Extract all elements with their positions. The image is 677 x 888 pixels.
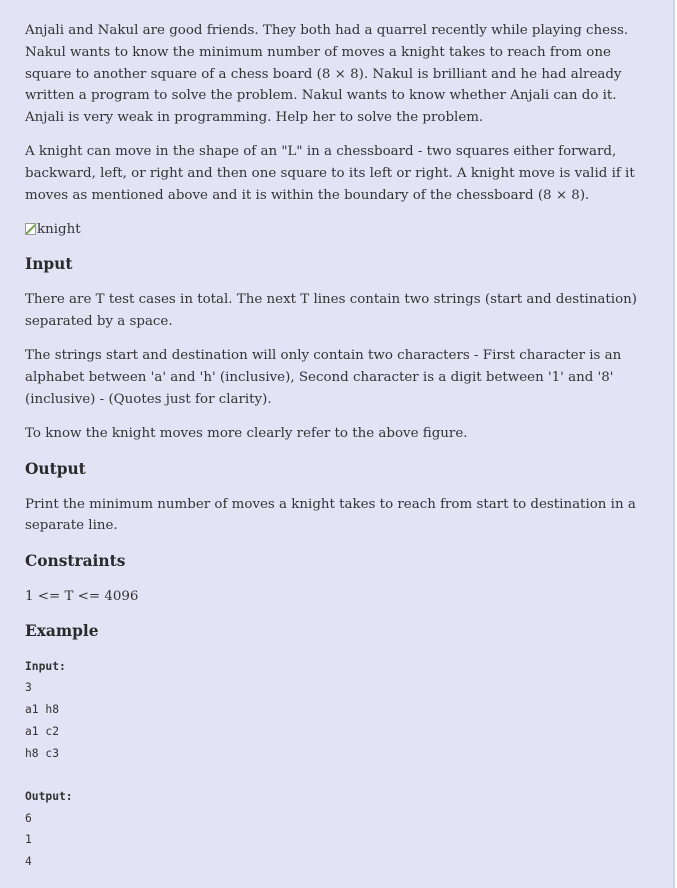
example-output-line: 4 — [25, 855, 32, 869]
example-output-label: Output: — [25, 789, 73, 803]
knight-image-alt-text: knight — [37, 222, 81, 238]
example-code-block: Input: 3 a1 h8 a1 c2 h8 c3 Output: 6 1 4 — [25, 656, 655, 873]
input-paragraph-3: To know the knight moves more clearly re… — [25, 426, 468, 442]
constraint-text: 1 <= T <= 4096 — [25, 588, 139, 604]
problem-statement: Anjali and Nakul are good friends. They … — [0, 0, 675, 888]
input-paragraph-1: There are T test cases in total. The nex… — [25, 292, 637, 330]
knight-image: knight — [25, 219, 655, 240]
output-heading: Output — [25, 459, 86, 478]
input-heading: Input — [25, 255, 73, 274]
example-input-line: 3 — [25, 681, 32, 695]
intro-paragraph: Anjali and Nakul are good friends. They … — [25, 23, 629, 126]
example-output-line: 6 — [25, 811, 32, 825]
example-input-line: h8 c3 — [25, 746, 60, 760]
example-heading: Example — [25, 621, 99, 640]
knight-rule-paragraph: A knight can move in the shape of an "L"… — [25, 144, 635, 204]
input-paragraph-2: The strings start and destination will o… — [25, 348, 622, 408]
example-input-line: a1 c2 — [25, 724, 60, 738]
constraints-heading: Constraints — [25, 551, 126, 570]
broken-image-icon — [25, 222, 36, 235]
output-paragraph: Print the minimum number of moves a knig… — [25, 496, 636, 534]
example-input-line: a1 h8 — [25, 703, 60, 717]
example-input-label: Input: — [25, 659, 66, 673]
example-output-line: 1 — [25, 833, 32, 847]
